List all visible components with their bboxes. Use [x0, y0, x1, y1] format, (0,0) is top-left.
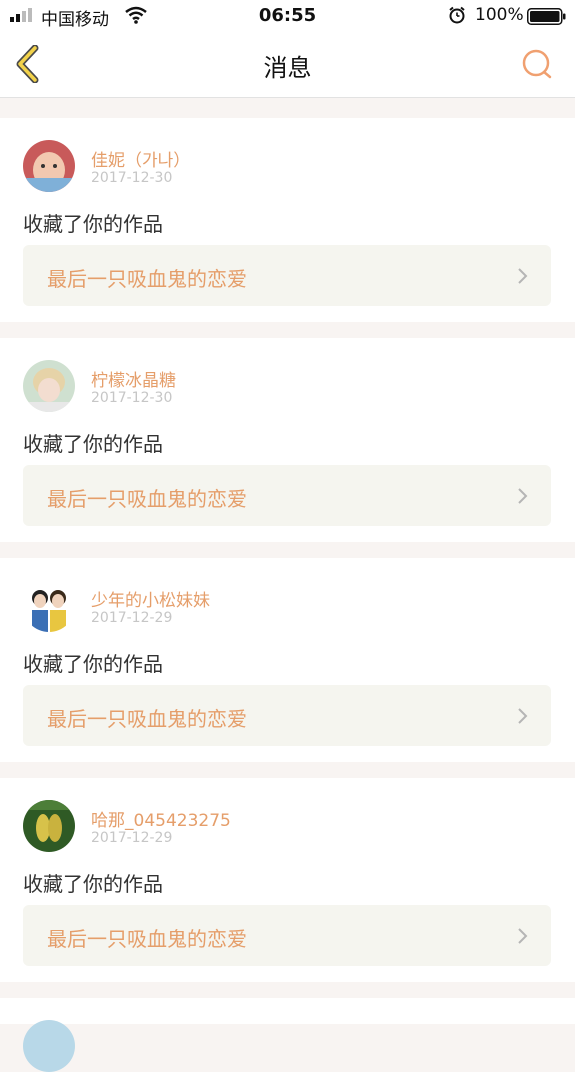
message-card: 哈那_045423275 2017-12-29 收藏了你的作品 最后一只吸血鬼的…: [0, 778, 575, 982]
search-icon[interactable]: [520, 48, 554, 80]
alarm-icon: [449, 6, 465, 24]
user-name[interactable]: 佳妮（가나）: [91, 146, 190, 171]
message-text: 收藏了你的作品: [23, 432, 163, 456]
message-card: 少年的小松妹妹 2017-12-29 收藏了你的作品 最后一只吸血鬼的恋爱: [0, 558, 575, 762]
chevron-right-icon: [518, 928, 528, 944]
chevron-right-icon: [518, 268, 528, 284]
work-link[interactable]: 最后一只吸血鬼的恋爱: [23, 465, 551, 526]
message-date: 2017-12-29: [91, 830, 173, 846]
message-date: 2017-12-29: [91, 610, 173, 626]
message-text: 收藏了你的作品: [23, 652, 163, 676]
work-title: 最后一只吸血鬼的恋爱: [47, 927, 247, 951]
user-name[interactable]: 少年的小松妹妹: [91, 586, 210, 611]
work-link[interactable]: 最后一只吸血鬼的恋爱: [23, 245, 551, 306]
page-title: 消息: [263, 54, 312, 82]
message-date: 2017-12-30: [91, 170, 173, 186]
message-card: 柠檬冰晶糖 2017-12-30 收藏了你的作品 最后一只吸血鬼的恋爱: [0, 338, 575, 542]
work-title: 最后一只吸血鬼的恋爱: [47, 707, 247, 731]
message-date: 2017-12-30: [91, 390, 173, 406]
nav-bar: 消息: [0, 32, 575, 98]
avatar[interactable]: [23, 580, 75, 632]
avatar[interactable]: [23, 800, 75, 852]
message-text: 收藏了你的作品: [23, 212, 163, 236]
chevron-right-icon: [518, 488, 528, 504]
avatar[interactable]: [23, 360, 75, 412]
user-name[interactable]: 哈那_045423275: [91, 806, 231, 831]
work-title: 最后一只吸血鬼的恋爱: [47, 487, 247, 511]
message-card-partial: [0, 998, 575, 1072]
message-list: 佳妮（가나） 2017-12-30 收藏了你的作品 最后一只吸血鬼的恋爱 柠檬冰…: [0, 118, 575, 998]
battery-icon: [527, 8, 566, 25]
work-title: 最后一只吸血鬼的恋爱: [47, 267, 247, 291]
message-text: 收藏了你的作品: [23, 872, 163, 896]
message-card: 佳妮（가나） 2017-12-30 收藏了你的作品 最后一只吸血鬼的恋爱: [0, 118, 575, 322]
chevron-right-icon: [518, 708, 528, 724]
user-name[interactable]: 柠檬冰晶糖: [91, 366, 176, 391]
battery-percent: 100%: [475, 5, 524, 25]
avatar[interactable]: [23, 1020, 75, 1072]
avatar[interactable]: [23, 140, 75, 192]
status-bar: 中国移动 06:55 100%: [0, 0, 575, 32]
work-link[interactable]: 最后一只吸血鬼的恋爱: [23, 905, 551, 966]
work-link[interactable]: 最后一只吸血鬼的恋爱: [23, 685, 551, 746]
